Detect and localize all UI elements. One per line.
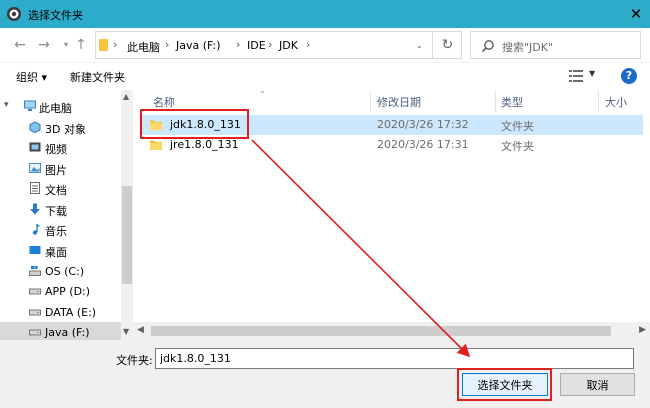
sidebar-item-drive-c[interactable]: OS (C:) — [0, 261, 121, 281]
sidebar-item-downloads[interactable]: 下载 — [0, 199, 121, 219]
app-gear-icon — [7, 7, 21, 21]
video-icon — [29, 142, 41, 152]
sidebar-item-label: DATA (E:) — [45, 306, 97, 319]
breadcrumb-drive-f[interactable]: Java (F:) — [176, 39, 221, 52]
breadcrumb-separator-icon[interactable]: › — [268, 38, 272, 51]
column-divider[interactable] — [598, 90, 599, 112]
sidebar-item-label: Java (F:) — [45, 326, 90, 339]
view-options-icon[interactable] — [569, 70, 583, 82]
column-header-date[interactable]: 修改日期 — [377, 90, 421, 112]
breadcrumb-separator-icon[interactable]: › — [306, 38, 310, 51]
sidebar-item-label: 文档 — [45, 184, 67, 197]
sidebar-item-label: 此电脑 — [39, 102, 72, 115]
address-dropdown-chevron-icon[interactable]: ⌄ — [416, 41, 423, 50]
new-folder-button[interactable]: 新建文件夹 — [70, 69, 125, 85]
sidebar-item-label: 图片 — [45, 164, 67, 177]
forward-arrow-icon[interactable]: → — [36, 38, 52, 52]
folder-name-input[interactable] — [155, 348, 634, 369]
select-folder-dialog: 选择文件夹 ✕ ← → ▾ ↑ › 此电脑 › Java (F:) › IDE … — [0, 0, 650, 408]
sidebar-item-video[interactable]: 视频 — [0, 137, 121, 157]
navigation-bar: ← → ▾ ↑ › 此电脑 › Java (F:) › IDE › JDK › … — [0, 28, 650, 62]
sidebar-item-label: 3D 对象 — [45, 123, 86, 136]
breadcrumb-separator-icon[interactable]: › — [236, 38, 240, 51]
scrollbar-thumb[interactable] — [151, 326, 611, 336]
breadcrumb-this-pc[interactable]: 此电脑 — [127, 39, 160, 55]
sidebar-item-desktop[interactable]: 桌面 — [0, 240, 121, 260]
search-box[interactable]: 搜索"JDK" — [470, 31, 641, 59]
sidebar-item-3d-objects[interactable]: 3D 对象 — [0, 117, 121, 137]
back-arrow-icon[interactable]: ← — [12, 38, 28, 52]
scroll-right-arrow-icon[interactable]: ▶ — [639, 325, 646, 335]
annotation-highlight-select-button — [457, 368, 552, 401]
title-bar: 选择文件夹 ✕ — [0, 0, 650, 28]
item-type: 文件夹 — [501, 140, 534, 153]
column-divider[interactable] — [370, 90, 371, 112]
3d-objects-icon — [29, 121, 41, 133]
music-icon — [32, 224, 40, 235]
item-type: 文件夹 — [501, 120, 534, 133]
refresh-icon: ↻ — [441, 37, 454, 53]
breadcrumb-jdk[interactable]: JDK — [279, 39, 298, 52]
navigation-pane-scrollbar[interactable]: ▲ ▼ — [121, 90, 133, 340]
sidebar-item-this-pc[interactable]: ▾ 此电脑 — [0, 96, 121, 116]
folder-name: jre1.8.0_131 — [170, 138, 239, 151]
download-icon — [30, 203, 40, 215]
windows-drive-icon — [29, 266, 41, 276]
sidebar-item-label: 音乐 — [45, 225, 67, 238]
sidebar-item-label: 下载 — [45, 205, 67, 218]
drive-icon — [29, 309, 41, 316]
breadcrumb-separator-icon[interactable]: › — [165, 38, 169, 51]
organize-menu[interactable]: 组织 ▾ — [16, 69, 47, 85]
close-button[interactable]: ✕ — [622, 0, 650, 28]
file-list-horizontal-scrollbar[interactable]: ◀ ▶ — [133, 322, 650, 340]
computer-icon — [24, 100, 36, 111]
collapse-chevron-icon[interactable]: ▾ — [4, 100, 9, 110]
sidebar-item-drive-f[interactable]: Java (F:) — [0, 322, 121, 340]
refresh-button[interactable]: ↻ — [432, 32, 462, 58]
pictures-icon — [29, 163, 41, 173]
help-icon[interactable]: ? — [621, 68, 637, 84]
close-icon: ✕ — [629, 5, 643, 23]
search-placeholder: 搜索"JDK" — [502, 41, 554, 54]
sidebar-item-label: APP (D:) — [45, 285, 91, 298]
window-title: 选择文件夹 — [28, 9, 83, 22]
recent-locations-chevron-icon[interactable]: ▾ — [58, 38, 74, 52]
desktop-icon — [29, 246, 41, 254]
up-arrow-icon[interactable]: ↑ — [73, 38, 89, 52]
folder-icon — [150, 140, 162, 150]
drive-icon — [29, 288, 41, 295]
sidebar-item-music[interactable]: 音乐 — [0, 219, 121, 239]
sidebar-item-drive-d[interactable]: APP (D:) — [0, 281, 121, 301]
column-header-type[interactable]: 类型 — [501, 90, 523, 112]
modified-date: 2020/3/26 17:31 — [377, 138, 469, 151]
column-header-size[interactable]: 大小 — [605, 90, 627, 112]
scroll-left-arrow-icon[interactable]: ◀ — [137, 325, 144, 335]
address-bar[interactable]: › 此电脑 › Java (F:) › IDE › JDK › ⌄ ↻ — [95, 31, 462, 59]
command-toolbar: 组织 ▾ 新建文件夹 ▼ ? — [0, 62, 650, 90]
sidebar-item-documents[interactable]: 文档 — [0, 178, 121, 198]
breadcrumb-ide[interactable]: IDE — [247, 39, 266, 52]
scroll-up-arrow-icon[interactable]: ▲ — [123, 92, 129, 101]
navigation-pane: ▾ 此电脑 3D 对象 视频 图片 文档 下载 音乐 桌面 OS (C:) AP… — [0, 90, 133, 340]
scroll-down-arrow-icon[interactable]: ▼ — [123, 327, 129, 336]
sidebar-item-label: 桌面 — [45, 246, 67, 259]
folder-field-label: 文件夹: — [116, 354, 153, 367]
sidebar-item-label: 视频 — [45, 143, 67, 156]
sidebar-item-label: OS (C:) — [45, 265, 85, 278]
breadcrumb-separator-icon[interactable]: › — [113, 38, 117, 51]
sidebar-item-pictures[interactable]: 图片 — [0, 158, 121, 178]
cancel-button[interactable]: 取消 — [560, 373, 635, 396]
drive-icon — [29, 329, 41, 336]
sort-indicator-icon: ⌃ — [259, 90, 266, 99]
folder-icon — [99, 39, 108, 51]
search-icon — [481, 40, 494, 53]
view-dropdown-chevron-icon[interactable]: ▼ — [589, 69, 595, 78]
annotation-highlight-jdk-folder — [140, 109, 249, 139]
column-divider[interactable] — [495, 90, 496, 112]
sidebar-item-drive-e[interactable]: DATA (E:) — [0, 302, 121, 322]
scrollbar-thumb[interactable] — [122, 186, 132, 284]
documents-icon — [30, 182, 40, 194]
modified-date: 2020/3/26 17:32 — [377, 118, 469, 131]
